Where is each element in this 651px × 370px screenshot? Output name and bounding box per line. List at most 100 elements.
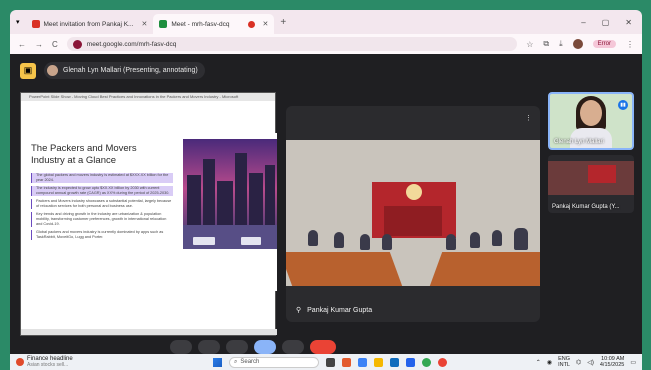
app-icon[interactable]: [358, 357, 367, 367]
tab-meet[interactable]: Meet - mrh-fasv-dcq ✕: [153, 14, 275, 34]
building-shape: [217, 181, 233, 225]
app-icon[interactable]: [406, 357, 415, 367]
tab-search-icon[interactable]: ▾: [10, 18, 26, 26]
attendee: [470, 232, 480, 248]
attendee: [514, 228, 528, 250]
room-video-tile[interactable]: ⋮ ⚲ Pankaj Kumar Gupta: [286, 106, 540, 322]
clock[interactable]: 10:09 AM 4/15/2025: [600, 356, 624, 368]
slide-text: The Packers and Movers Industry at a Gla…: [21, 133, 179, 291]
recording-icon: [247, 20, 255, 28]
desktop-background: ▾ Meet invitation from Pankaj K... ✕ Mee…: [0, 0, 651, 370]
meet-logo-icon[interactable]: ▣: [20, 62, 36, 79]
share-window-title: PowerPoint Slide Show - Moving Cloud Bes…: [21, 93, 275, 101]
search-icon: ⌕: [234, 358, 238, 365]
participant-name: Glenah Lyn Mallari: [554, 139, 604, 145]
windows-start-icon[interactable]: [213, 357, 222, 367]
participant-name: Pankaj Kumar Gupta (Y...: [552, 204, 620, 210]
volume-icon[interactable]: ◁): [587, 359, 594, 366]
attendee: [446, 234, 456, 250]
reload-button[interactable]: C: [52, 40, 58, 49]
call-controls: [170, 340, 336, 354]
share-scrollbar[interactable]: [21, 329, 277, 335]
meet-header: ▣ Glenah Lyn Mallari (Presenting, annota…: [20, 62, 205, 79]
participant-tile[interactable]: ▮▮ Glenah Lyn Mallari: [548, 92, 634, 150]
bookmark-star-icon[interactable]: ☆: [526, 40, 533, 49]
mic-button[interactable]: [170, 340, 192, 354]
browser-menu-icon[interactable]: ⋮: [626, 40, 634, 49]
url-field[interactable]: meet.google.com/mrh-fasv-dcq: [66, 37, 518, 51]
attendee: [308, 230, 318, 246]
building-shape: [235, 153, 247, 225]
conference-room-video: [286, 140, 540, 286]
banner-shape: [384, 206, 442, 236]
error-button[interactable]: Error: [592, 40, 616, 48]
language-layout: INTL: [558, 362, 570, 368]
meet-window: ▣ Glenah Lyn Mallari (Presenting, annota…: [10, 54, 642, 354]
address-bar-row: ← → C meet.google.com/mrh-fasv-dcq ☆ ⧉ ⤓…: [10, 34, 642, 54]
window-controls: – ▢ ✕: [581, 18, 642, 27]
slide-bullet: The industry is expected to grow upto $X…: [31, 186, 173, 196]
forward-button[interactable]: →: [35, 40, 43, 49]
close-tab-icon[interactable]: ✕: [263, 20, 269, 28]
slide-title: The Packers and Movers Industry at a Gla…: [31, 143, 137, 166]
news-widget[interactable]: Finance headline Asian stocks sell...: [16, 356, 106, 368]
close-window-button[interactable]: ✕: [625, 18, 632, 27]
raise-hand-button[interactable]: [254, 340, 276, 354]
shared-screen: PowerPoint Slide Show - Moving Cloud Bes…: [20, 92, 277, 336]
extensions-icon[interactable]: ⧉: [543, 39, 549, 49]
task-view-icon[interactable]: [326, 357, 335, 367]
location-icon[interactable]: ◉: [547, 359, 552, 366]
download-icon[interactable]: ⤓: [559, 39, 563, 49]
present-button[interactable]: [282, 340, 304, 354]
back-button[interactable]: ←: [18, 40, 26, 49]
network-icon[interactable]: ⌬: [576, 359, 581, 366]
table-shape: [286, 252, 403, 286]
app-icon[interactable]: [342, 357, 351, 367]
city-illustration: [183, 139, 277, 249]
file-explorer-icon[interactable]: [374, 357, 383, 367]
maximize-button[interactable]: ▢: [602, 18, 610, 27]
browser-tab-bar: ▾ Meet invitation from Pankaj K... ✕ Mee…: [10, 10, 642, 34]
meet-icon: [159, 20, 168, 28]
building-shape: [203, 159, 215, 225]
windows-taskbar: Finance headline Asian stocks sell... ⌕ …: [10, 354, 642, 370]
profile-avatar[interactable]: [572, 39, 583, 49]
speaking-indicator-icon: ▮▮: [618, 100, 628, 110]
slide-bullet: Packers and Movers industry showcases a …: [31, 199, 173, 209]
attendee: [492, 230, 502, 246]
notification-icon[interactable]: ▭: [630, 359, 636, 366]
captions-button[interactable]: [226, 340, 248, 354]
chrome-icon[interactable]: [422, 357, 431, 367]
face-shape: [580, 100, 602, 126]
presenter-avatar: [47, 65, 58, 76]
minimize-button[interactable]: –: [581, 18, 585, 27]
new-tab-button[interactable]: +: [280, 17, 286, 28]
attendee: [360, 234, 370, 250]
system-tray: ⌃ ◉ ENG INTL ⌬ ◁) 10:09 AM 4/15/2025 ▭: [536, 356, 636, 368]
outlook-icon[interactable]: [390, 357, 399, 367]
gmail-icon: [31, 20, 40, 28]
pin-icon: ⚲: [296, 307, 302, 314]
tab-meet-invitation[interactable]: Meet invitation from Pankaj K... ✕: [26, 14, 154, 34]
slide-bullet: Global packers and movers industry is cu…: [31, 230, 173, 240]
building-shape: [187, 175, 201, 225]
end-call-button[interactable]: [310, 340, 336, 354]
emblem-shape: [406, 184, 422, 200]
building-shape: [265, 165, 275, 225]
slide-bullet: Key trends and driving growth in the ind…: [31, 212, 173, 227]
chrome-icon[interactable]: [438, 357, 447, 367]
site-info-icon[interactable]: [72, 39, 82, 49]
news-subtitle: Asian stocks sell...: [27, 362, 69, 368]
attendee: [334, 232, 344, 248]
more-options-icon[interactable]: ⋮: [525, 114, 532, 122]
presenter-chip[interactable]: Glenah Lyn Mallari (Presenting, annotati…: [44, 62, 205, 79]
camera-button[interactable]: [198, 340, 220, 354]
red-wall-panel: [588, 165, 616, 183]
moving-truck: [193, 237, 215, 245]
close-tab-icon[interactable]: ✕: [141, 20, 147, 28]
taskbar-search[interactable]: ⌕ Search: [229, 356, 319, 368]
room-name-label: ⚲ Pankaj Kumar Gupta: [296, 306, 373, 315]
attendee: [382, 234, 392, 250]
participant-tile[interactable]: Pankaj Kumar Gupta (Y...: [548, 155, 634, 213]
tray-expand-icon[interactable]: ⌃: [536, 359, 541, 366]
